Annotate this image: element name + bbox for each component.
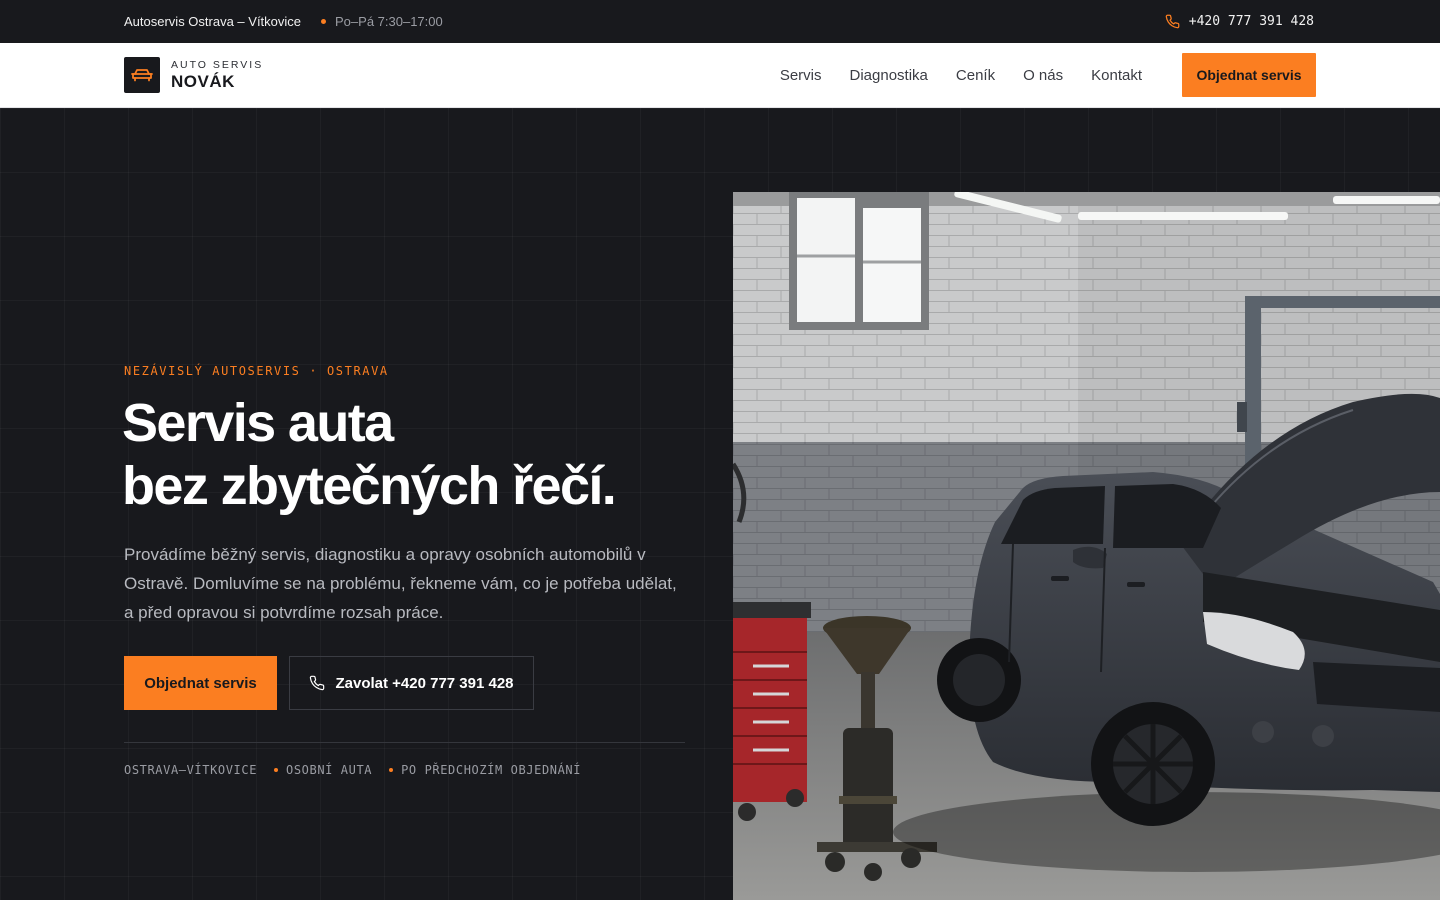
hero-headline-line-2: bez zbytečných řečí. — [122, 456, 617, 516]
top-bar-info: Autoservis Ostrava – Vítkovice Po–Pá 7:3… — [124, 0, 443, 43]
tag-dot — [274, 768, 279, 772]
nav-item-diagnostika[interactable]: Diagnostika — [850, 67, 928, 84]
nav-menu: Servis Diagnostika Ceník O nás Kontakt — [752, 43, 1142, 108]
hero-description: Provádíme běžný servis, diagnostiku a op… — [124, 545, 677, 622]
nav-item-kontakt[interactable]: Kontakt — [1091, 67, 1142, 84]
opening-hours: Po–Pá 7:30–17:00 — [335, 14, 443, 29]
phone-icon — [310, 675, 325, 691]
call-button[interactable]: Zavolat +420 777 391 428 — [289, 656, 534, 710]
phone-icon — [1165, 14, 1180, 29]
tag-booking: PO PŘEDCHOZÍM OBJEDNÁNÍ — [389, 763, 581, 777]
tag-location: OSTRAVA–VÍTKOVICE — [124, 763, 257, 777]
nav-order-button[interactable]: Objednat servis — [1182, 53, 1316, 97]
tag-vehicles: OSOBNÍ AUTA — [274, 763, 372, 777]
order-service-button[interactable]: Objednat servis — [124, 656, 277, 710]
logo[interactable]: AUTO SERVIS NOVÁK — [124, 57, 263, 93]
car-icon — [124, 57, 160, 93]
garage-photo — [733, 192, 1440, 900]
tag-dot — [389, 768, 394, 772]
top-phone-number: +420 777 391 428 — [1188, 14, 1314, 29]
top-bar: Autoservis Ostrava – Vítkovice Po–Pá 7:3… — [0, 0, 1440, 43]
nav-item-servis[interactable]: Servis — [780, 67, 822, 84]
top-phone-link[interactable]: +420 777 391 428 — [1165, 0, 1314, 43]
nav-item-o-nas[interactable]: O nás — [1023, 67, 1063, 84]
hero-eyebrow: NEZÁVISLÝ AUTOSERVIS · OSTRAVA — [124, 364, 389, 378]
tag-label: PO PŘEDCHOZÍM OBJEDNÁNÍ — [401, 763, 582, 777]
hero-headline-line-1: Servis auta — [122, 393, 394, 453]
hero-tags: OSTRAVA–VÍTKOVICE OSOBNÍ AUTA PO PŘEDCHO… — [124, 763, 581, 777]
logo-subtitle: AUTO SERVIS — [171, 59, 264, 72]
logo-text: AUTO SERVIS NOVÁK — [171, 60, 263, 90]
hero-divider — [124, 742, 685, 743]
nav-item-cenik[interactable]: Ceník — [956, 67, 995, 84]
main-navigation: AUTO SERVIS NOVÁK Servis Diagnostika Cen… — [0, 43, 1440, 108]
status-dot — [321, 19, 327, 24]
call-button-label: Zavolat +420 777 391 428 — [335, 674, 514, 692]
hero-headline: Servis auta bez zbytečných řečí. — [122, 392, 722, 518]
logo-title: NOVÁK — [171, 71, 235, 91]
business-location: Autoservis Ostrava – Vítkovice — [124, 14, 302, 29]
tag-label: OSOBNÍ AUTA — [286, 763, 373, 777]
hero-section: NEZÁVISLÝ AUTOSERVIS · OSTRAVA Servis au… — [0, 108, 1440, 900]
tag-label: OSTRAVA–VÍTKOVICE — [124, 763, 258, 777]
